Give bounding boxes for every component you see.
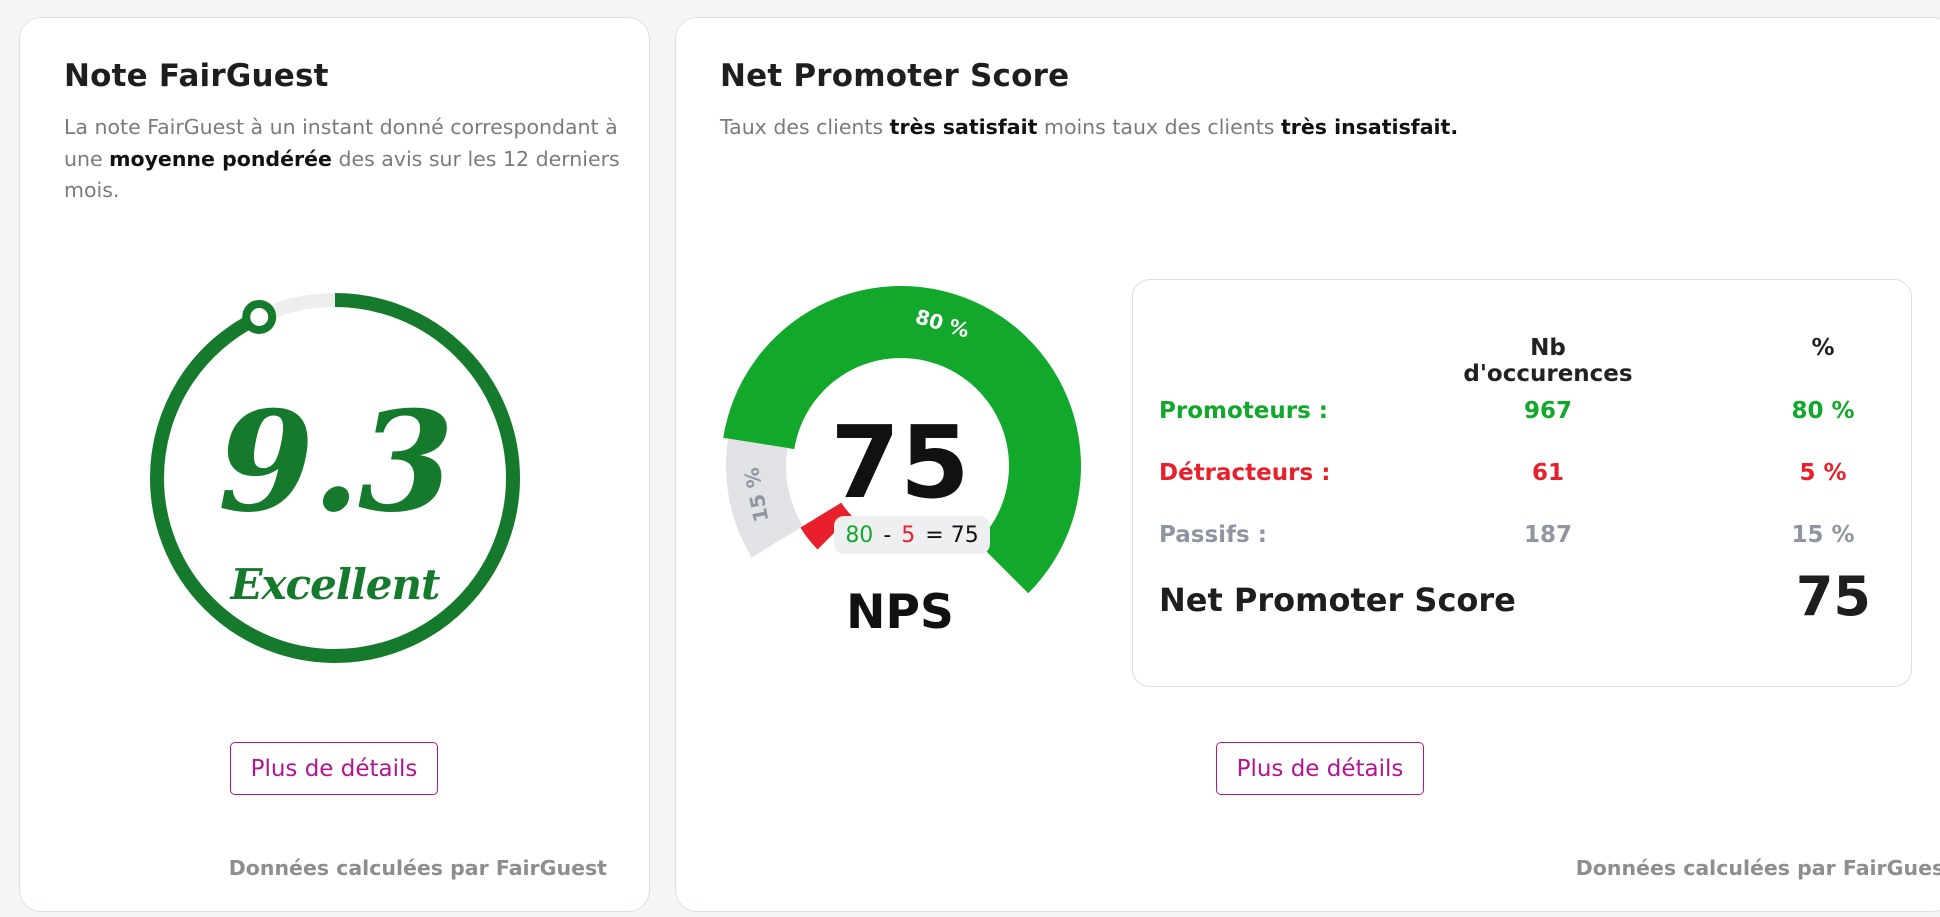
rating-score-label: Excellent bbox=[230, 560, 441, 609]
desc-bold-text: moyenne pondérée bbox=[109, 146, 332, 171]
desc-bold-text: très insatisfait. bbox=[1280, 115, 1459, 139]
detractors-count: 61 bbox=[1531, 460, 1564, 486]
nps-details-button[interactable]: Plus de détails bbox=[1216, 742, 1424, 795]
detractors-label: Détracteurs : bbox=[1159, 460, 1331, 486]
promoters-percent: 80 % bbox=[1791, 398, 1855, 424]
rating-details-button[interactable]: Plus de détails bbox=[230, 742, 438, 795]
nps-formula: 80 - 5 = 75 bbox=[834, 516, 990, 554]
rating-ring-knob bbox=[242, 299, 277, 334]
passives-count: 187 bbox=[1523, 522, 1572, 548]
formula-result: = 75 bbox=[925, 522, 979, 548]
column-header-percent: % bbox=[1811, 335, 1835, 361]
desc-text: Taux des clients bbox=[720, 115, 890, 139]
nps-gauge-label: NPS bbox=[846, 585, 954, 640]
promoters-label: Promoteurs : bbox=[1159, 398, 1328, 424]
nps-total-value: 75 bbox=[1795, 565, 1871, 628]
nps-score: 75 bbox=[830, 404, 970, 521]
nps-breakdown-table: Nb d'occurences % Promoteurs : 967 80 % … bbox=[1132, 279, 1912, 687]
nps-card-description: Taux des clients très satisfait moins ta… bbox=[720, 112, 1820, 144]
detractors-percent: 5 % bbox=[1799, 460, 1847, 486]
rating-score: 9.3 bbox=[217, 380, 454, 543]
rating-card-title: Note FairGuest bbox=[64, 58, 329, 94]
formula-minus: - bbox=[883, 522, 892, 548]
formula-promoters: 80 bbox=[845, 522, 874, 548]
desc-bold-text: très satisfait bbox=[889, 115, 1038, 139]
column-header-count: Nb d'occurences bbox=[1463, 335, 1633, 387]
desc-text: moins taux des clients bbox=[1037, 115, 1281, 139]
nps-total-label: Net Promoter Score bbox=[1159, 581, 1516, 619]
nps-card-title: Net Promoter Score bbox=[720, 58, 1070, 94]
nps-card: Net Promoter Score Taux des clients très… bbox=[675, 17, 1940, 912]
formula-detractors: 5 bbox=[901, 522, 916, 548]
nps-footer-note: Données calculées par FairGuest bbox=[1575, 856, 1940, 880]
promoters-count: 967 bbox=[1523, 398, 1572, 424]
rating-footer-note: Données calculées par FairGuest bbox=[228, 856, 607, 880]
passives-label: Passifs : bbox=[1159, 522, 1267, 548]
passives-percent: 15 % bbox=[1791, 522, 1855, 548]
fairguest-rating-card: Note FairGuest La note FairGuest à un in… bbox=[19, 17, 650, 912]
rating-card-description: La note FairGuest à un instant donné cor… bbox=[64, 112, 624, 207]
